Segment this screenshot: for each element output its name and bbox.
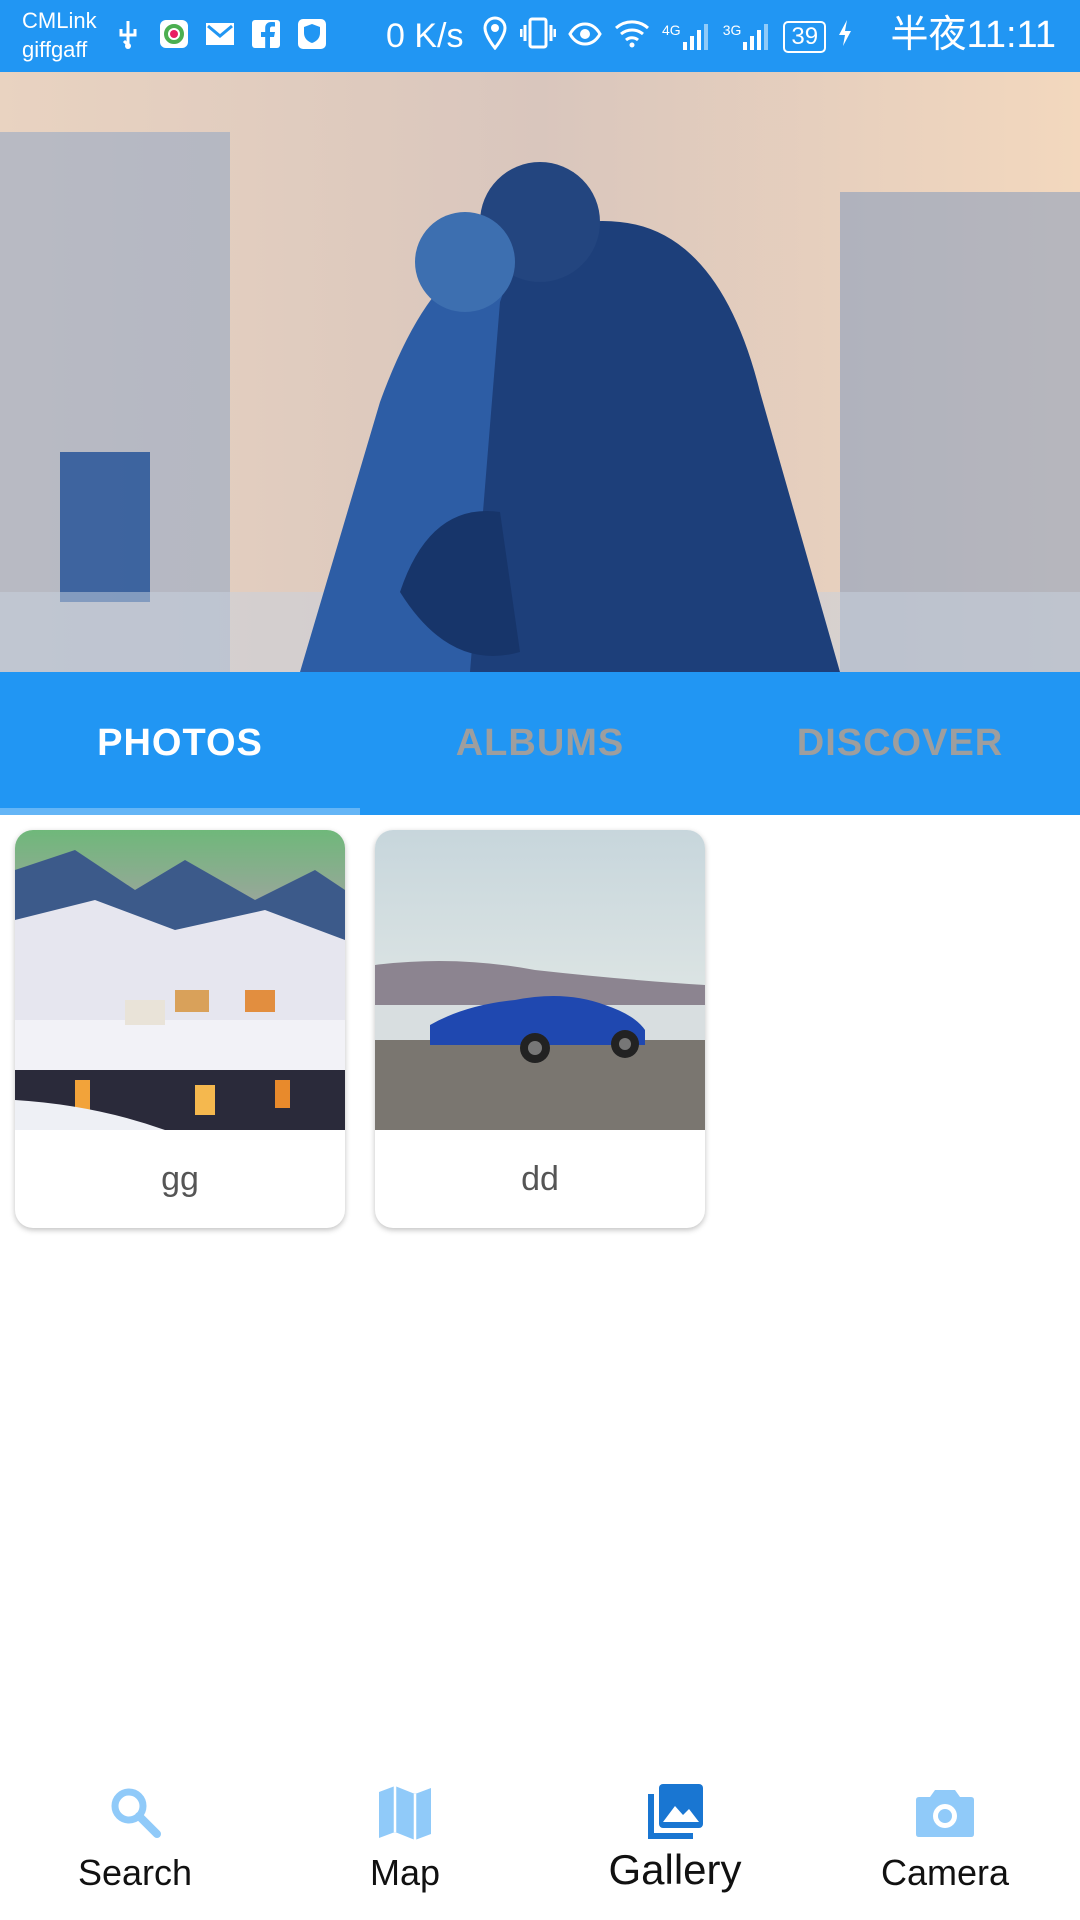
camera-icon: [916, 1790, 974, 1837]
tab-photos[interactable]: PHOTOS: [0, 672, 360, 815]
system-icons: 4G 3G 39: [482, 16, 852, 58]
tab-indicator: [0, 808, 360, 815]
nav-camera-label: Camera: [880, 1852, 1010, 1893]
search-icon: [111, 1788, 161, 1838]
photo-name: dd: [521, 1159, 559, 1198]
photo-name: gg: [161, 1159, 199, 1198]
tab-bar: PHOTOS ALBUMS DISCOVER: [0, 672, 1080, 815]
network-4g-label: 4G: [662, 22, 681, 38]
facebook-icon: [250, 18, 282, 50]
photo-thumbnail: [15, 830, 345, 1130]
net-speed: 0 K/s: [386, 17, 464, 55]
network-3g-label: 3G: [722, 22, 742, 38]
mail-icon: [204, 18, 236, 50]
nav-gallery-label: Gallery: [608, 1846, 742, 1893]
carrier-names: CMLink giffgaff: [22, 6, 97, 64]
nav-search-label: Search: [77, 1852, 193, 1893]
wifi-icon: [614, 18, 650, 56]
photo-card[interactable]: dd: [375, 830, 705, 1228]
shield-icon: [296, 18, 328, 50]
nav-gallery[interactable]: Gallery: [540, 1760, 810, 1920]
header-image: [0, 72, 1080, 672]
tab-discover[interactable]: DISCOVER: [720, 672, 1080, 815]
photo-thumbnail: [375, 830, 705, 1130]
carrier-2: giffgaff: [22, 37, 88, 62]
vibrate-icon: [519, 17, 557, 57]
status-bar: CMLink giffgaff 0 K/s 4G 3G 39 半夜11:11: [0, 0, 1080, 72]
clock: 半夜11:11: [890, 14, 1056, 56]
eye-icon: [568, 20, 602, 54]
couple-photo: [0, 72, 1080, 672]
battery-indicator: 39: [783, 21, 827, 53]
app-icon: [158, 18, 190, 50]
signal-4g-icon: 4G: [662, 22, 711, 52]
usb-icon: [112, 18, 144, 50]
notification-icons: [112, 18, 328, 50]
nav-map-label: Map: [369, 1852, 441, 1893]
nav-map[interactable]: Map: [270, 1760, 540, 1920]
map-icon: [379, 1786, 431, 1840]
bottom-navigation: Search Map Gallery Camera: [0, 1760, 1080, 1920]
gallery-icon: [648, 1784, 703, 1839]
nav-search[interactable]: Search: [0, 1760, 270, 1920]
tab-albums[interactable]: ALBUMS: [360, 672, 720, 815]
signal-3g-icon: 3G: [723, 22, 772, 52]
photo-card[interactable]: gg: [15, 830, 345, 1228]
nav-camera[interactable]: Camera: [810, 1760, 1080, 1920]
carrier-1: CMLink: [22, 8, 97, 33]
charging-icon: [838, 19, 852, 55]
location-icon: [482, 16, 508, 58]
